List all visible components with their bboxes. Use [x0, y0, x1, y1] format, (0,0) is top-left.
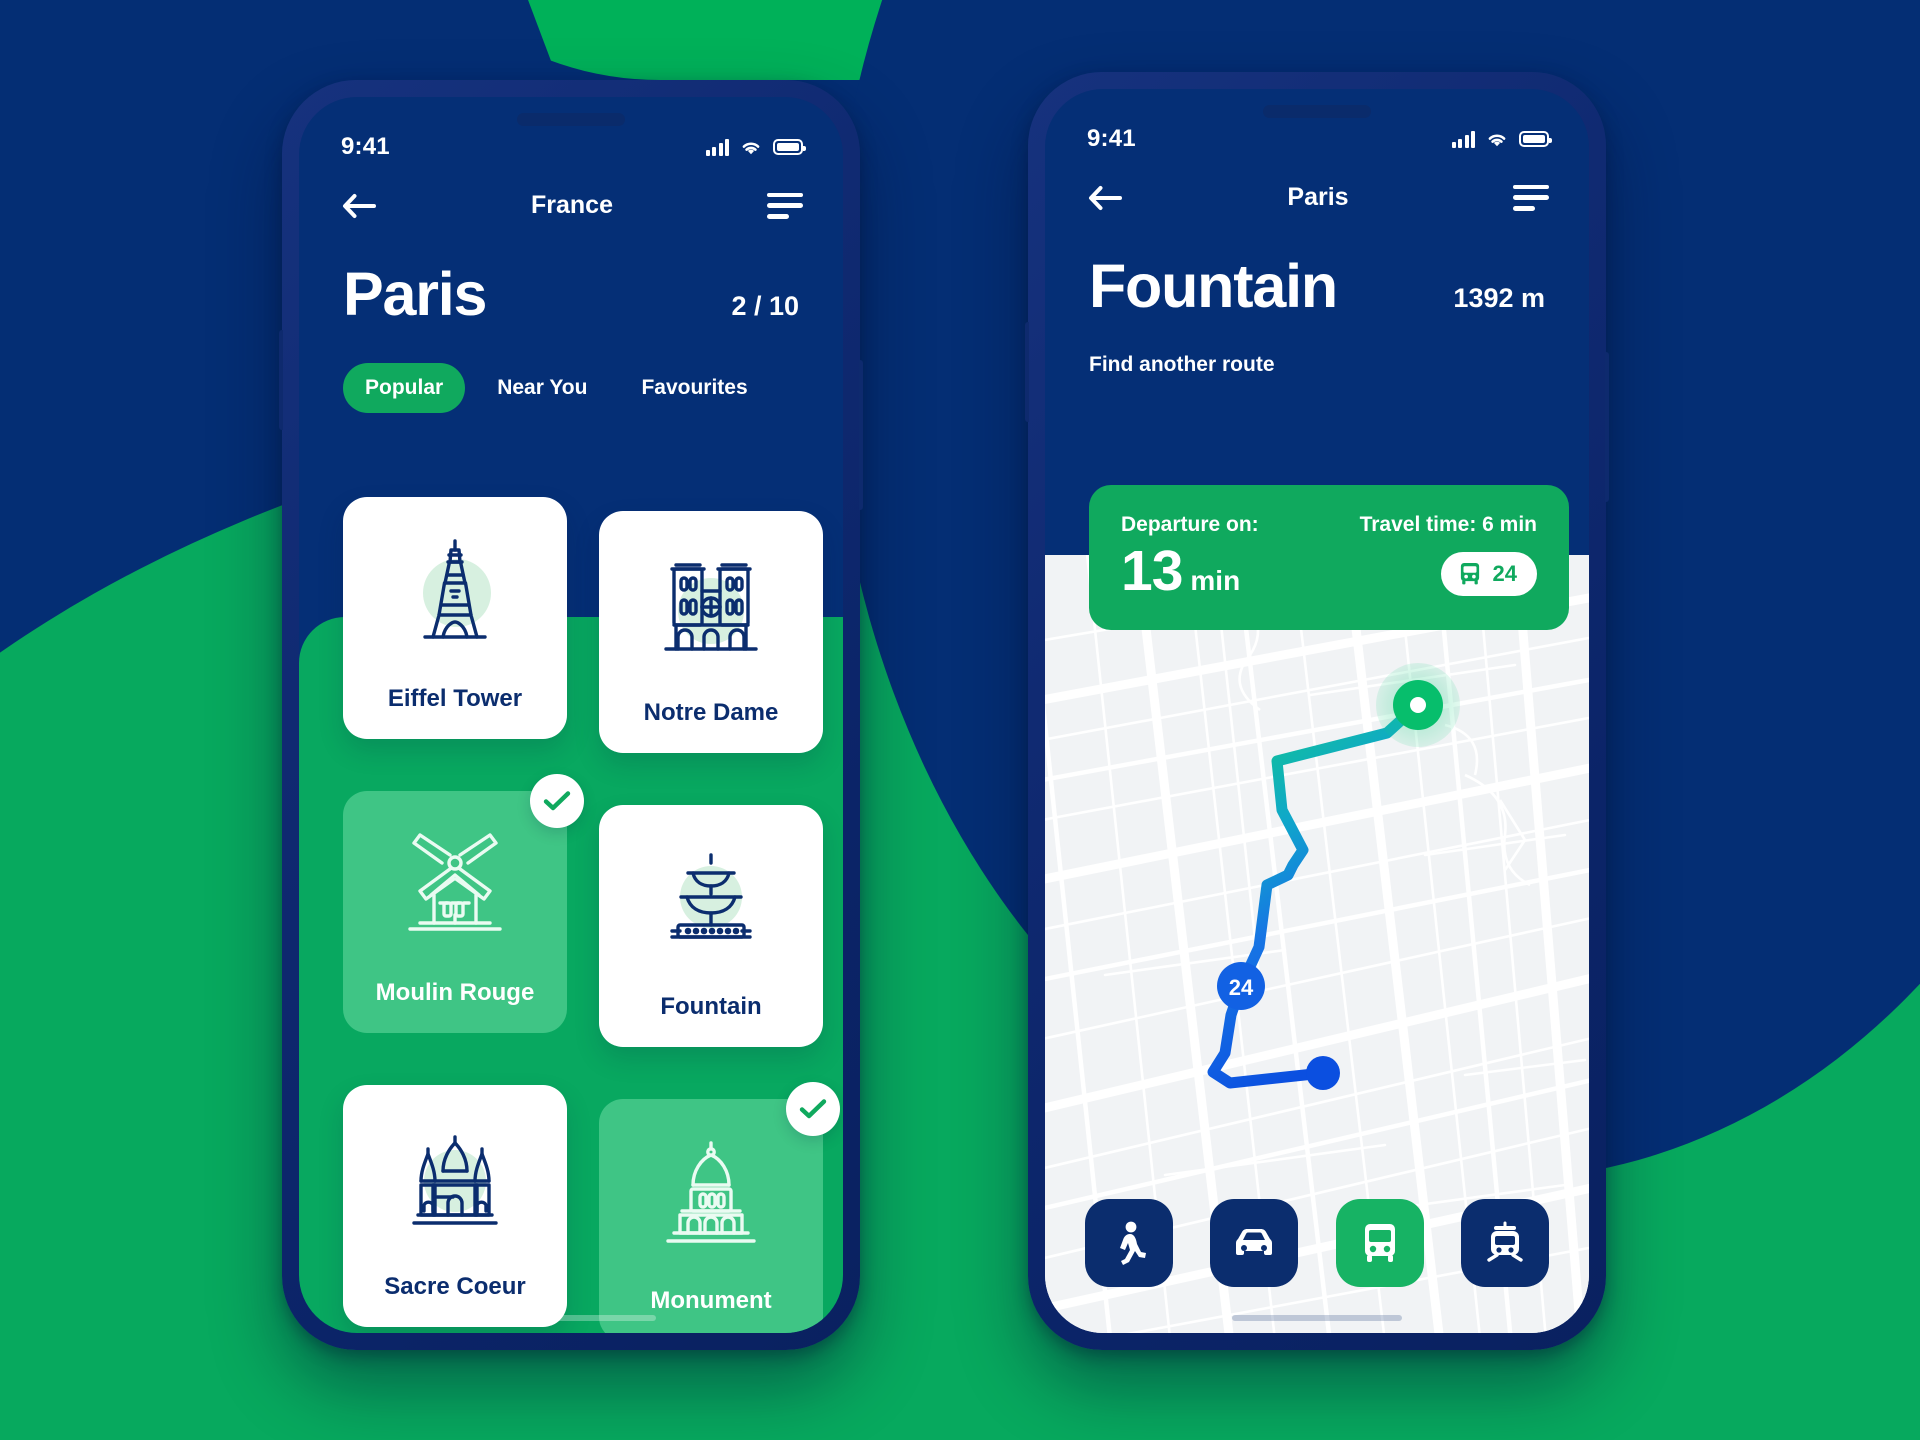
place-card-label: Fountain: [660, 993, 762, 1020]
page-title: Fountain: [1089, 252, 1338, 320]
bus-icon: [1364, 1224, 1395, 1262]
page-title: Paris: [343, 260, 487, 328]
home-indicator: [486, 1315, 656, 1321]
page-header: Paris 2 / 10: [299, 220, 843, 325]
nav-bar: Paris: [1045, 153, 1589, 212]
tab-near-you[interactable]: Near You: [475, 363, 609, 413]
screen-places-list: 9:41 France Paris 2 / 10 Popular Near Yo…: [299, 97, 843, 1333]
status-icons: [705, 138, 806, 156]
wifi-icon: [742, 141, 760, 154]
departure-card-bottom-row: 13 min 24: [1121, 543, 1537, 600]
mode-button-tram[interactable]: [1460, 1199, 1549, 1287]
tab-bar: Popular Near You Favourites: [299, 325, 843, 413]
walk-icon: [1120, 1221, 1146, 1265]
place-card-moulin-rouge[interactable]: Moulin Rouge: [343, 774, 584, 1033]
status-icons: [1451, 130, 1552, 148]
place-card-fountain[interactable]: Fountain: [599, 805, 823, 1047]
departure-minutes-unit: min: [1190, 565, 1241, 596]
mode-button-bus[interactable]: [1335, 1199, 1424, 1287]
route-bus-badge-label: 24: [1229, 975, 1254, 1000]
place-card-notre-dame[interactable]: Notre Dame: [599, 511, 823, 753]
design-canvas: 9:41 France Paris 2 / 10 Popular Near Yo…: [0, 0, 1920, 1440]
tram-icon: [1487, 1221, 1523, 1262]
place-card-label: Notre Dame: [643, 699, 779, 726]
nav-title: France: [531, 191, 613, 219]
place-card-label: Sacre Coeur: [384, 1273, 526, 1300]
home-indicator: [1232, 1315, 1402, 1321]
fountain-icon: [648, 839, 774, 970]
origin-dot-icon: [1306, 1056, 1340, 1090]
departure-card-top-row: Departure on: Travel time: 6 min: [1121, 513, 1537, 537]
battery-icon: [773, 139, 806, 155]
hamburger-menu-icon[interactable]: [767, 192, 803, 219]
windmill-icon: [390, 825, 520, 956]
place-card-label: Moulin Rouge: [375, 979, 535, 1006]
phone-notch: [517, 113, 625, 126]
departure-countdown: 13 min: [1121, 543, 1240, 600]
car-icon: [1236, 1229, 1273, 1255]
departure-card: Departure on: Travel time: 6 min 13 min: [1089, 485, 1569, 630]
place-card-eiffel-tower[interactable]: Eiffel Tower: [343, 497, 567, 739]
signal-bars-icon: [705, 138, 729, 156]
places-counter: 2 / 10: [731, 291, 799, 321]
screen-route-detail: 9:41 Paris Fountain 1392 m Find another …: [1045, 89, 1589, 1333]
status-bar: 9:41: [299, 97, 843, 161]
travel-time-label: Travel time: 6 min: [1359, 513, 1537, 536]
wifi-icon: [1488, 133, 1506, 146]
back-arrow-icon[interactable]: [341, 193, 377, 219]
place-card-sacre-coeur[interactable]: Sacre Coeur: [343, 1085, 567, 1327]
eiffel-tower-icon: [395, 531, 515, 664]
status-time: 9:41: [1087, 125, 1136, 152]
bus-line-number: 24: [1492, 561, 1517, 586]
find-another-route-link[interactable]: Find another route: [1045, 317, 1589, 377]
tab-favourites[interactable]: Favourites: [619, 363, 769, 413]
place-card-monument[interactable]: Monument: [599, 1082, 840, 1333]
tab-popular[interactable]: Popular: [343, 363, 466, 413]
notre-dame-icon: [648, 545, 774, 678]
place-card-label: Monument: [650, 1287, 772, 1314]
status-time: 9:41: [341, 133, 390, 160]
nav-bar: France: [299, 161, 843, 220]
phone-notch: [1263, 105, 1371, 118]
bus-line-pill[interactable]: 24: [1440, 552, 1537, 596]
page-header: Fountain 1392 m: [1045, 212, 1589, 317]
basilica-icon: [390, 1119, 520, 1250]
places-grid: Eiffel Tower Notre Dame Moulin Rouge Fou…: [343, 497, 840, 1333]
departure-minutes: 13: [1121, 539, 1183, 603]
selected-check-icon: [786, 1082, 840, 1136]
signal-bars-icon: [1451, 130, 1475, 148]
distance-value: 1392 m: [1453, 283, 1545, 313]
mode-button-car[interactable]: [1210, 1199, 1299, 1287]
monument-dome-icon: [646, 1133, 776, 1264]
back-arrow-icon[interactable]: [1087, 185, 1123, 211]
selected-check-icon: [530, 774, 584, 828]
battery-icon: [1519, 131, 1552, 147]
phone-mockup-left: 9:41 France Paris 2 / 10 Popular Near Yo…: [279, 80, 863, 1350]
place-card-label: Eiffel Tower: [387, 685, 523, 712]
departure-label: Departure on:: [1121, 513, 1259, 536]
route-map[interactable]: 24: [1045, 555, 1589, 1333]
nav-title: Paris: [1287, 183, 1349, 211]
status-bar: 9:41: [1045, 89, 1589, 153]
transport-mode-bar: [1085, 1199, 1549, 1287]
phone-mockup-right: 9:41 Paris Fountain 1392 m Find another …: [1025, 72, 1609, 1350]
mode-button-walk[interactable]: [1085, 1199, 1173, 1287]
hamburger-menu-icon[interactable]: [1513, 184, 1549, 211]
bus-icon: [1460, 562, 1479, 585]
